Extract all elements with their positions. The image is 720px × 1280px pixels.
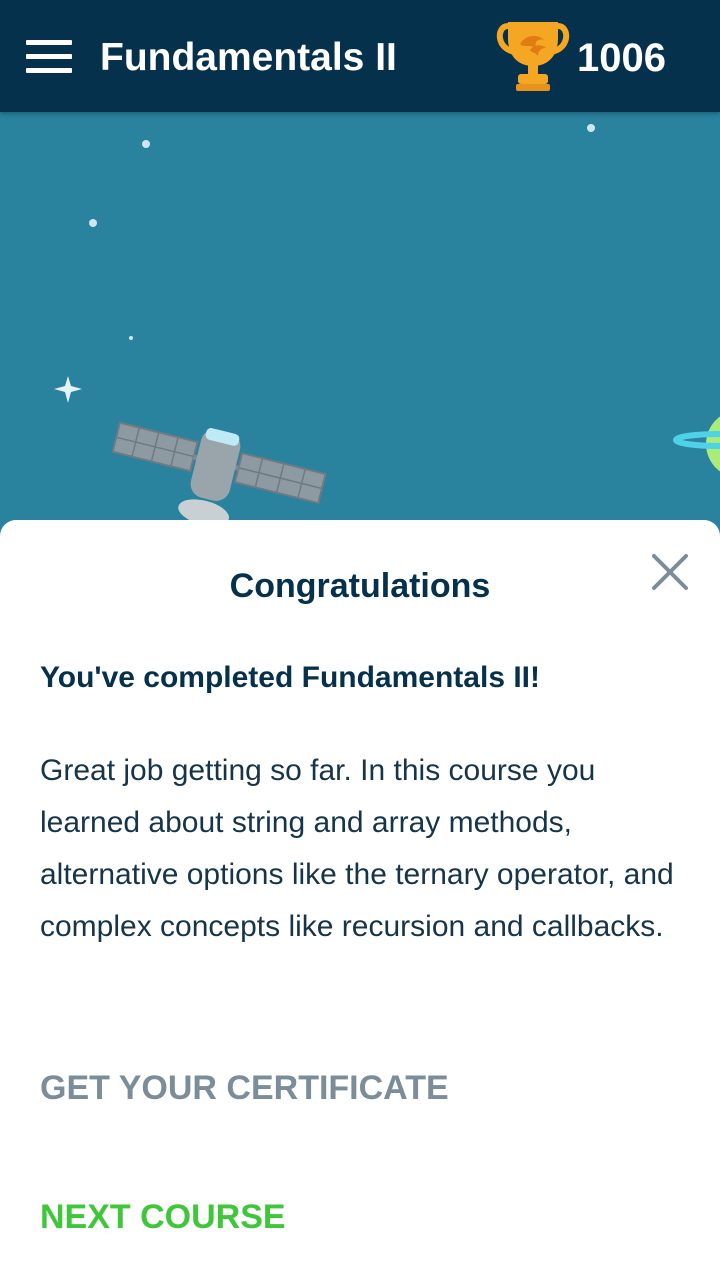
app-screen: Fundamentals II 1006 Congratulations You…	[0, 0, 720, 1280]
get-certificate-button[interactable]: GET YOUR CERTIFICATE	[40, 1068, 449, 1108]
next-course-button[interactable]: NEXT COURSE	[40, 1197, 286, 1237]
page-title: Fundamentals II	[100, 36, 397, 79]
space-illustration	[54, 124, 720, 526]
hamburger-menu-icon[interactable]	[26, 40, 74, 74]
dialog-title: Congratulations	[229, 567, 491, 605]
planet-graphic	[673, 416, 720, 472]
dialog-body-text: Great job getting so far. In this course…	[40, 754, 674, 943]
dialog-subtitle: You've completed Fundamentals II!	[40, 661, 540, 694]
star-dot	[89, 124, 595, 340]
top-app-bar: Fundamentals II 1006	[0, 0, 720, 112]
trophy-icon[interactable]	[494, 20, 572, 94]
sparkle-star	[54, 376, 82, 403]
score-count: 1006	[577, 36, 666, 80]
close-icon[interactable]	[648, 550, 692, 594]
satellite-graphic	[111, 421, 327, 526]
